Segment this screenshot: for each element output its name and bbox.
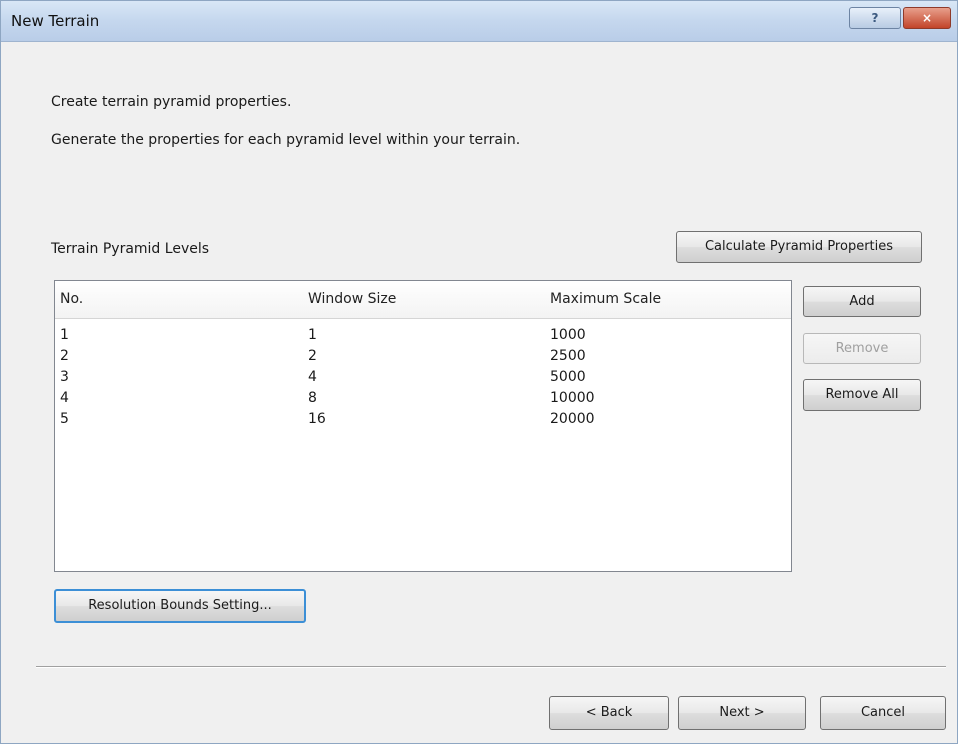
column-header-maximum-scale[interactable]: Maximum Scale	[550, 291, 661, 307]
remove-all-button[interactable]: Remove All	[803, 379, 921, 411]
add-button[interactable]: Add	[803, 286, 921, 317]
cell-no: 4	[60, 390, 69, 406]
table-row[interactable]: 4 8 10000	[55, 390, 791, 411]
cell-window-size: 4	[308, 369, 317, 385]
new-terrain-dialog: New Terrain ? × Create terrain pyramid p…	[0, 0, 958, 744]
cell-no: 2	[60, 348, 69, 364]
cancel-button[interactable]: Cancel	[820, 696, 946, 730]
pyramid-levels-list[interactable]: No. Window Size Maximum Scale 1 1 1000 2…	[54, 280, 792, 572]
cell-window-size: 1	[308, 327, 317, 343]
footer-separator	[36, 666, 946, 668]
cell-no: 1	[60, 327, 69, 343]
table-row[interactable]: 2 2 2500	[55, 348, 791, 369]
cell-maximum-scale: 20000	[550, 411, 595, 427]
title-bar: New Terrain ? ×	[1, 1, 957, 42]
intro-line-2: Generate the properties for each pyramid…	[51, 132, 521, 148]
list-header: No. Window Size Maximum Scale	[55, 281, 791, 319]
cell-maximum-scale: 5000	[550, 369, 586, 385]
window-title: New Terrain	[11, 12, 100, 30]
calculate-pyramid-properties-button[interactable]: Calculate Pyramid Properties	[676, 231, 922, 263]
table-row[interactable]: 3 4 5000	[55, 369, 791, 390]
cell-window-size: 16	[308, 411, 326, 427]
cell-maximum-scale: 2500	[550, 348, 586, 364]
table-row[interactable]: 1 1 1000	[55, 327, 791, 348]
cell-no: 3	[60, 369, 69, 385]
cell-no: 5	[60, 411, 69, 427]
remove-button[interactable]: Remove	[803, 333, 921, 364]
table-row[interactable]: 5 16 20000	[55, 411, 791, 432]
cell-window-size: 2	[308, 348, 317, 364]
close-icon: ×	[921, 11, 933, 25]
cell-maximum-scale: 10000	[550, 390, 595, 406]
cell-maximum-scale: 1000	[550, 327, 586, 343]
terrain-pyramid-levels-label: Terrain Pyramid Levels	[51, 241, 210, 257]
resolution-bounds-setting-button[interactable]: Resolution Bounds Setting...	[54, 589, 306, 623]
back-button[interactable]: < Back	[549, 696, 669, 730]
help-icon: ?	[871, 11, 879, 25]
cell-window-size: 8	[308, 390, 317, 406]
intro-line-1: Create terrain pyramid properties.	[51, 94, 292, 110]
help-button[interactable]: ?	[849, 7, 901, 29]
next-button[interactable]: Next >	[678, 696, 806, 730]
column-header-no[interactable]: No.	[60, 291, 83, 307]
column-header-window-size[interactable]: Window Size	[308, 291, 396, 307]
close-button[interactable]: ×	[903, 7, 951, 29]
